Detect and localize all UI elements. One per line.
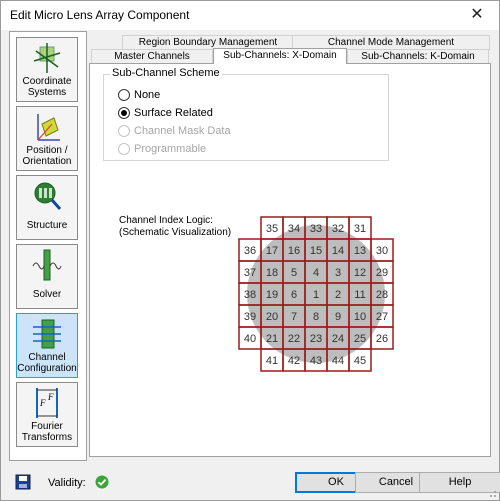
group-title: Sub-Channel Scheme bbox=[110, 67, 222, 79]
grid-cell-index: 4 bbox=[313, 267, 319, 279]
grid-cell-index: 6 bbox=[291, 289, 297, 301]
grid-cell-index: 15 bbox=[310, 245, 322, 257]
tab-sub-channels-x-domain[interactable]: Sub-Channels: X-Domain bbox=[213, 48, 347, 64]
channel-index-logic-label: Channel Index Logic: (Schematic Visualiz… bbox=[119, 215, 231, 239]
grid-cell-index: 34 bbox=[288, 223, 300, 235]
channel-index-grid: 35 34 33 32 3136 17 16 15 14 13 3037 18 5 4 3 12 2938 19 6… bbox=[238, 216, 394, 372]
sidebar-item-label: Fourier bbox=[31, 421, 63, 432]
sidebar-item-solver[interactable]: Solver bbox=[16, 244, 78, 309]
sidebar-item-label: Orientation bbox=[22, 156, 72, 167]
grid-cell-index: 45 bbox=[354, 355, 366, 367]
radio-label: Programmable bbox=[134, 143, 207, 155]
dialog-window: Edit Micro Lens Array Component ✕ Coordi… bbox=[0, 0, 500, 501]
grid-cell-index: 9 bbox=[335, 311, 341, 323]
sidebar-item-label: Structure bbox=[26, 220, 68, 231]
validity-label: Validity: bbox=[48, 477, 86, 489]
grid-cell-index: 30 bbox=[376, 245, 388, 257]
sidebar-item-label: Solver bbox=[32, 289, 62, 300]
grid-cell-index: 39 bbox=[244, 311, 256, 323]
radio-label: Channel Mask Data bbox=[134, 125, 231, 137]
radio-button-disabled bbox=[118, 143, 130, 155]
svg-text:F: F bbox=[47, 392, 54, 402]
grid-cell-index: 32 bbox=[332, 223, 344, 235]
sidebar-item-position-orientation[interactable]: Position / Orientation bbox=[16, 106, 78, 171]
save-icon[interactable] bbox=[15, 474, 31, 490]
tab-sub-channels-k-domain[interactable]: Sub-Channels: K-Domain bbox=[347, 49, 489, 64]
grid-cell-index: 1 bbox=[313, 289, 319, 301]
radio-button-selected[interactable] bbox=[118, 107, 130, 119]
sidebar-item-label: Configuration bbox=[17, 363, 77, 374]
grid-cell-index: 26 bbox=[376, 333, 388, 345]
svg-text:F: F bbox=[39, 398, 46, 408]
grid-cell-index: 38 bbox=[244, 289, 256, 301]
grid-cell-index: 29 bbox=[376, 267, 388, 279]
grid-cell-index: 23 bbox=[310, 333, 322, 345]
grid-cell-index: 37 bbox=[244, 267, 256, 279]
radio-button-disabled bbox=[118, 125, 130, 137]
grid-cell-index: 25 bbox=[354, 333, 366, 345]
valid-check-icon bbox=[95, 475, 109, 489]
grid-cell-index: 19 bbox=[266, 289, 278, 301]
sidebar-item-label: Coordinate bbox=[22, 76, 72, 87]
grid-cell-index: 13 bbox=[354, 245, 366, 257]
close-icon[interactable]: ✕ bbox=[455, 1, 499, 30]
structure-icon bbox=[34, 182, 62, 210]
grid-cell-index: 10 bbox=[354, 311, 366, 323]
grid-cell-index: 18 bbox=[266, 267, 278, 279]
title-bar: Edit Micro Lens Array Component ✕ bbox=[1, 1, 499, 30]
grid-cell-index: 42 bbox=[288, 355, 300, 367]
grid-cell-index: 28 bbox=[376, 289, 388, 301]
tab-area: Region Boundary Management Channel Mode … bbox=[89, 35, 491, 457]
tab-panel: Sub-Channel Scheme None Surface Related … bbox=[89, 63, 491, 457]
grid-cell-index: 21 bbox=[266, 333, 278, 345]
channel-configuration-icon bbox=[33, 319, 61, 349]
grid-cell-index: 3 bbox=[335, 267, 341, 279]
radio-label: None bbox=[134, 89, 161, 101]
grid-cell-index: 7 bbox=[291, 311, 297, 323]
sidebar-item-label: Position / bbox=[26, 145, 68, 156]
resize-grip-icon[interactable] bbox=[487, 488, 497, 498]
radio-label: Surface Related bbox=[134, 107, 213, 119]
sidebar: Coordinate Systems Position / Orientatio… bbox=[9, 31, 87, 461]
coordinate-systems-icon bbox=[33, 43, 61, 73]
sidebar-item-structure[interactable]: Structure bbox=[16, 175, 78, 240]
grid-cell-index: 40 bbox=[244, 333, 256, 345]
sidebar-item-label: Transforms bbox=[21, 432, 73, 443]
footer-bar: Validity: OK Cancel Help bbox=[1, 463, 500, 500]
grid-cell-index: 2 bbox=[335, 289, 341, 301]
grid-cell-index: 31 bbox=[354, 223, 366, 235]
tab-master-channels[interactable]: Master Channels bbox=[91, 49, 213, 64]
grid-cell-index: 43 bbox=[310, 355, 322, 367]
window-title: Edit Micro Lens Array Component bbox=[10, 8, 190, 22]
sidebar-item-fourier-transforms[interactable]: F F Fourier Transforms bbox=[16, 382, 78, 447]
fourier-transforms-icon: F F bbox=[36, 388, 58, 418]
sidebar-item-label: Systems bbox=[27, 87, 67, 98]
grid-cell-index: 16 bbox=[288, 245, 300, 257]
grid-cell-index: 17 bbox=[266, 245, 278, 257]
grid-cell-index: 5 bbox=[291, 267, 297, 279]
grid-cell-index: 36 bbox=[244, 245, 256, 257]
logic-label-line: Channel Index Logic: bbox=[119, 215, 213, 226]
grid-cell-index: 22 bbox=[288, 333, 300, 345]
grid-cell-index: 24 bbox=[332, 333, 344, 345]
grid-cell-index: 8 bbox=[313, 311, 319, 323]
grid-cell-index: 20 bbox=[266, 311, 278, 323]
grid-cell-index: 12 bbox=[354, 267, 366, 279]
grid-cell-index: 44 bbox=[332, 355, 344, 367]
radio-button[interactable] bbox=[118, 89, 130, 101]
solver-icon bbox=[32, 249, 62, 281]
sidebar-item-coordinate-systems[interactable]: Coordinate Systems bbox=[16, 37, 78, 102]
sidebar-item-channel-configuration[interactable]: Channel Configuration bbox=[16, 313, 78, 378]
sidebar-item-label: Channel bbox=[28, 352, 66, 363]
grid-cell-index: 35 bbox=[266, 223, 278, 235]
logic-label-line: (Schematic Visualization) bbox=[119, 227, 232, 238]
grid-cell-index: 11 bbox=[354, 289, 365, 301]
grid-cell-index: 33 bbox=[310, 223, 322, 235]
grid-cell-index: 14 bbox=[332, 245, 344, 257]
grid-cell-index: 41 bbox=[266, 355, 278, 367]
position-orientation-icon bbox=[37, 114, 60, 141]
sub-channel-scheme-group: Sub-Channel Scheme None Surface Related … bbox=[103, 67, 389, 161]
grid-cell-index: 27 bbox=[376, 311, 388, 323]
